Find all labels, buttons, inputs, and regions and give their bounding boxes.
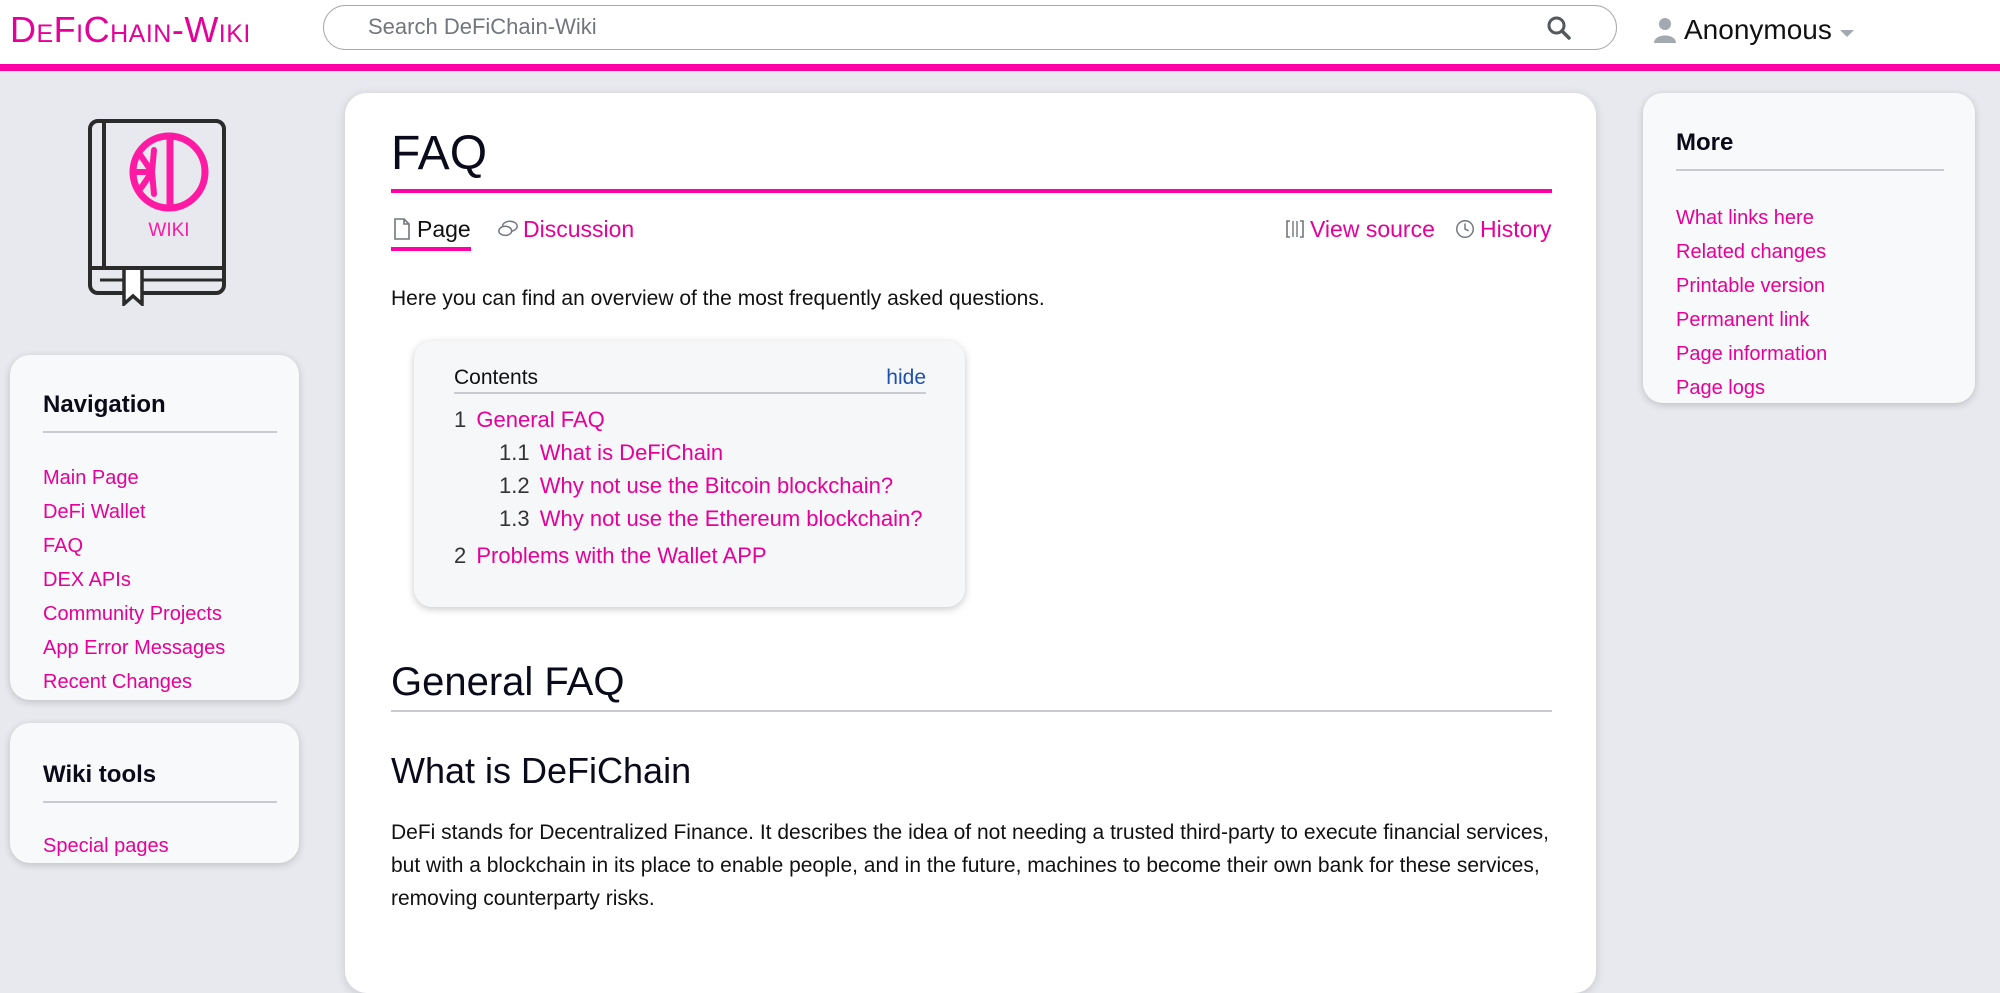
site-logo-text[interactable]: DeFiChain-Wiki bbox=[10, 10, 251, 50]
more-item-permanent-link[interactable]: Permanent link bbox=[1676, 309, 1809, 331]
toc-entry-link[interactable]: Problems with the Wallet APP bbox=[476, 543, 766, 568]
section-heading-general-faq: General FAQ bbox=[391, 658, 1552, 712]
tab-history-label[interactable]: History bbox=[1480, 216, 1552, 243]
intro-text: Here you can find an overview of the mos… bbox=[391, 287, 1045, 310]
more-item-related-changes[interactable]: Related changes bbox=[1676, 241, 1826, 263]
nav-item-community-projects[interactable]: Community Projects bbox=[43, 603, 222, 625]
subsection-heading-what-is-defichain: What is DeFiChain bbox=[391, 750, 692, 791]
top-bar: DeFiChain-Wiki Search DeFiChain-Wiki Ano… bbox=[0, 0, 2000, 71]
toc-entry-number: 1.3 bbox=[499, 506, 530, 531]
user-menu[interactable]: Anonymous bbox=[1654, 12, 1854, 48]
more-item-what-links-here[interactable]: What links here bbox=[1676, 207, 1814, 229]
navigation-panel: Navigation Main Page DeFi Wallet FAQ DEX… bbox=[10, 355, 299, 700]
wiki-tools-panel: Wiki tools Special pages bbox=[10, 723, 299, 863]
source-code-icon bbox=[1286, 220, 1304, 238]
clock-icon bbox=[1456, 220, 1474, 238]
nav-item-recent-changes[interactable]: Recent Changes bbox=[43, 671, 192, 693]
toc-hide-toggle[interactable]: hide bbox=[886, 366, 926, 390]
tab-discussion-label[interactable]: Discussion bbox=[523, 216, 634, 243]
main-content: FAQ Page Discussion View source History … bbox=[345, 93, 1596, 993]
user-icon bbox=[1654, 18, 1676, 43]
nav-item-defi-wallet[interactable]: DeFi Wallet bbox=[43, 501, 146, 523]
toc-entry[interactable]: 2 Problems with the Wallet APP bbox=[454, 539, 922, 572]
toc-entry-link[interactable]: Why not use the Bitcoin blockchain? bbox=[540, 473, 893, 498]
toc-entry-number: 2 bbox=[454, 543, 467, 568]
wiki-book-label: WIKI bbox=[148, 220, 189, 241]
search-bar[interactable]: Search DeFiChain-Wiki bbox=[323, 5, 1617, 50]
page-icon bbox=[394, 218, 410, 240]
chevron-down-icon[interactable] bbox=[1839, 29, 1854, 37]
nav-item-dex-apis[interactable]: DEX APIs bbox=[43, 569, 131, 591]
more-item-page-logs[interactable]: Page logs bbox=[1676, 377, 1765, 399]
toc-entry[interactable]: 1.2 Why not use the Bitcoin blockchain? bbox=[454, 469, 922, 502]
wiki-book-logo[interactable]: WIKI bbox=[84, 118, 230, 306]
toc-entry-link[interactable]: Why not use the Ethereum blockchain? bbox=[540, 506, 923, 531]
toc-entry-number: 1.2 bbox=[499, 473, 530, 498]
toc-list: 1 General FAQ 1.1 What is DeFiChain 1.2 … bbox=[454, 403, 922, 572]
toc-entry[interactable]: 1.3 Why not use the Ethereum blockchain? bbox=[454, 502, 922, 535]
body-paragraph: DeFi stands for Decentralized Finance. I… bbox=[391, 821, 1549, 910]
page-title: FAQ bbox=[391, 127, 1552, 193]
tab-page-label[interactable]: Page bbox=[417, 216, 471, 243]
more-item-page-information[interactable]: Page information bbox=[1676, 343, 1827, 365]
tools-item-special-pages[interactable]: Special pages bbox=[43, 835, 169, 857]
toc-entry[interactable]: 1 General FAQ bbox=[454, 403, 922, 436]
toc-title: Contents bbox=[454, 366, 539, 389]
toc-entry[interactable]: 1.1 What is DeFiChain bbox=[454, 436, 922, 469]
toc-entry-link[interactable]: What is DeFiChain bbox=[540, 440, 723, 465]
discussion-icon bbox=[498, 220, 518, 237]
tab-view-source[interactable]: View source bbox=[1284, 211, 1435, 247]
nav-item-main-page[interactable]: Main Page bbox=[43, 467, 139, 489]
tab-page[interactable]: Page bbox=[391, 211, 471, 251]
search-icon[interactable] bbox=[1546, 15, 1572, 41]
toc-entry-link[interactable]: General FAQ bbox=[476, 407, 604, 432]
navigation-list: Main Page DeFi Wallet FAQ DEX APIs Commu… bbox=[43, 461, 277, 699]
more-list: What links here Related changes Printabl… bbox=[1676, 201, 1944, 405]
wiki-tools-list: Special pages bbox=[43, 829, 277, 863]
search-input[interactable]: Search DeFiChain-Wiki bbox=[368, 6, 597, 48]
more-item-printable-version[interactable]: Printable version bbox=[1676, 275, 1825, 297]
more-panel: More What links here Related changes Pri… bbox=[1643, 93, 1975, 403]
nav-item-faq[interactable]: FAQ bbox=[43, 535, 83, 557]
nav-item-app-error-messages[interactable]: App Error Messages bbox=[43, 637, 225, 659]
table-of-contents: Contents hide 1 General FAQ 1.1 What is … bbox=[414, 341, 965, 607]
tab-history[interactable]: History bbox=[1454, 211, 1552, 247]
username[interactable]: Anonymous bbox=[1684, 14, 1832, 46]
toc-entry-number: 1.1 bbox=[499, 440, 530, 465]
toc-entry-number: 1 bbox=[454, 407, 467, 432]
tab-view-source-label[interactable]: View source bbox=[1310, 216, 1435, 243]
page-tabs: Page Discussion View source History bbox=[391, 211, 1552, 251]
wiki-tools-title: Wiki tools bbox=[43, 761, 277, 803]
more-title: More bbox=[1676, 129, 1944, 171]
tab-discussion[interactable]: Discussion bbox=[497, 211, 634, 247]
navigation-title: Navigation bbox=[43, 391, 277, 433]
